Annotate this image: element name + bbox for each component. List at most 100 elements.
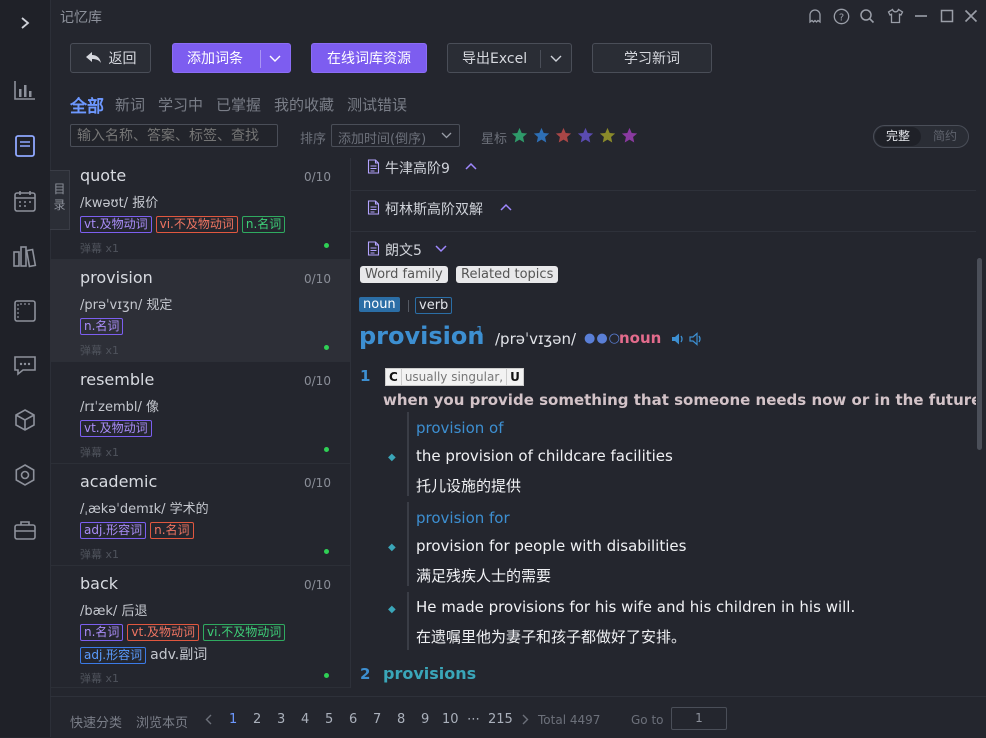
filter-tab-test-errors[interactable]: 测试错误 xyxy=(347,94,407,115)
star-filter xyxy=(511,127,646,145)
star-blue-icon[interactable] xyxy=(533,127,550,144)
word-progress-count: 0/10 xyxy=(304,170,331,184)
word-list-item[interactable]: academic 0/10 /ˌækəˈdemɪk/ 学术的 adj.形容词 n.… xyxy=(50,464,350,566)
calendar-icon[interactable] xyxy=(12,188,38,214)
export-excel-button[interactable]: 导出Excel xyxy=(447,43,572,73)
pagination-ellipsis[interactable]: ⋯ xyxy=(467,712,480,727)
page-link[interactable]: 1 xyxy=(229,712,237,727)
page-link[interactable]: 2 xyxy=(253,712,261,727)
word-family-button[interactable]: Word family xyxy=(360,266,448,283)
word-list-item[interactable]: back 0/10 /bæk/ 后退 n.名词 vt.及物动词 vi.不及物动词 ad… xyxy=(50,566,350,688)
word-meaning: 规定 xyxy=(146,298,173,313)
pos-tag: n.名词 xyxy=(241,216,286,233)
filter-tab-new[interactable]: 新词 xyxy=(115,94,145,115)
collocation: provision of xyxy=(416,419,504,437)
settings-gear-icon[interactable] xyxy=(12,462,38,488)
page-link[interactable]: 6 xyxy=(349,712,357,727)
skin-ghost-icon[interactable] xyxy=(806,7,824,25)
toolbox-icon[interactable] xyxy=(12,517,38,543)
online-resources-button[interactable]: 在线词库资源 xyxy=(311,43,427,73)
sort-value: 添加时间(倒序) xyxy=(338,132,427,147)
example-en: the provision of childcare facilities xyxy=(416,447,673,465)
dict-section-oxford[interactable]: 牛津高阶9 xyxy=(351,150,976,191)
word-list-item[interactable]: resemble 0/10 /rɪˈzembl/ 像 vt.及物动词 弹幕 x1 xyxy=(50,362,350,464)
bullet-diamond-icon: ◆ xyxy=(388,542,396,553)
minimize-icon[interactable] xyxy=(912,7,930,25)
star-violet-icon[interactable] xyxy=(621,127,638,144)
close-icon[interactable] xyxy=(962,7,980,25)
back-button[interactable]: 返回 xyxy=(70,43,151,73)
next-page-chevron-icon[interactable] xyxy=(521,714,529,725)
star-red-icon[interactable] xyxy=(555,127,572,144)
chevron-down-icon[interactable] xyxy=(550,55,562,63)
chevron-up-icon[interactable] xyxy=(500,203,512,211)
chevron-down-icon[interactable] xyxy=(435,245,447,253)
title-bar: 记忆库 ? xyxy=(50,0,986,34)
related-topics-button[interactable]: Related topics xyxy=(456,266,559,283)
star-green-icon[interactable] xyxy=(511,127,528,144)
dict-name[interactable]: 朗文5 xyxy=(385,240,422,260)
headword: provision xyxy=(359,322,485,350)
chevron-down-icon xyxy=(441,132,452,139)
grammar-u: U xyxy=(506,368,524,386)
filter-tab-all[interactable]: 全部 xyxy=(70,92,104,117)
cube-icon[interactable] xyxy=(12,407,38,433)
dict-section-collins[interactable]: 柯林斯高阶双解 xyxy=(351,191,976,232)
sense-number: 2 xyxy=(360,665,371,683)
pos-noun-tab[interactable]: noun xyxy=(359,297,400,312)
word-list-item[interactable]: provision 0/10 /prəˈvɪʒn/ 规定 n.名词 弹幕 x1 xyxy=(50,260,350,362)
filter-tab-favorites[interactable]: 我的收藏 xyxy=(274,94,334,115)
document-icon xyxy=(367,241,380,256)
card-frame-icon[interactable] xyxy=(12,298,38,324)
sense-number: 1 xyxy=(360,367,371,385)
dictionary-panel: 牛津高阶9 柯林斯高阶双解 朗文5 Word family Related to… xyxy=(351,150,976,695)
page-link[interactable]: 4 xyxy=(301,712,309,727)
view-full-option[interactable]: 完整 xyxy=(875,127,921,146)
grammar-label: C usually singular, U xyxy=(385,368,524,386)
page-link-last[interactable]: 215 xyxy=(488,712,513,727)
memory-library-icon[interactable] xyxy=(12,133,38,159)
page-link[interactable]: 3 xyxy=(277,712,285,727)
maximize-icon[interactable] xyxy=(938,7,956,25)
export-excel-label: 导出Excel xyxy=(462,51,528,67)
learn-new-words-button[interactable]: 学习新词 xyxy=(592,43,712,73)
view-brief-option[interactable]: 简约 xyxy=(922,127,968,146)
status-dot xyxy=(324,549,329,554)
chevron-up-icon[interactable] xyxy=(465,162,477,170)
browse-page-button[interactable]: 浏览本页 xyxy=(136,712,188,731)
word-progress-count: 0/10 xyxy=(304,476,331,490)
speaker-us-icon[interactable] xyxy=(689,332,703,346)
speaker-uk-icon[interactable] xyxy=(671,332,685,346)
goto-page-input[interactable]: 1 xyxy=(671,707,727,730)
toc-tab[interactable]: 目录 xyxy=(50,170,70,230)
filter-tab-mastered[interactable]: 已掌握 xyxy=(216,94,261,115)
search-input[interactable] xyxy=(70,124,278,147)
chat-icon[interactable] xyxy=(12,352,38,378)
word-list-item[interactable]: quote 0/10 /kwəʊt/ 报价 vt.及物动词 vi.不及物动词 n.名… xyxy=(50,158,350,260)
filter-tab-learning[interactable]: 学习中 xyxy=(158,94,203,115)
pos-verb-tab[interactable]: verb xyxy=(415,297,453,314)
add-entry-button[interactable]: 添加词条 xyxy=(172,43,291,73)
page-link[interactable]: 9 xyxy=(421,712,429,727)
chevron-down-icon[interactable] xyxy=(269,55,281,63)
sort-select[interactable]: 添加时间(倒序) xyxy=(331,124,460,147)
prev-page-chevron-icon[interactable] xyxy=(205,714,213,725)
page-link[interactable]: 10 xyxy=(442,712,459,727)
library-books-icon[interactable] xyxy=(12,243,38,269)
page-link[interactable]: 5 xyxy=(325,712,333,727)
star-purple-icon[interactable] xyxy=(577,127,594,144)
page-link[interactable]: 7 xyxy=(373,712,381,727)
search-icon[interactable] xyxy=(858,7,876,25)
help-icon[interactable]: ? xyxy=(832,7,850,25)
document-icon xyxy=(367,200,380,215)
stats-icon[interactable] xyxy=(12,77,38,103)
content-scrollbar[interactable] xyxy=(977,258,982,450)
theme-shirt-icon[interactable] xyxy=(886,7,904,25)
danmu-count: 弹幕 x1 xyxy=(80,446,120,459)
star-olive-icon[interactable] xyxy=(599,127,616,144)
page-link[interactable]: 8 xyxy=(397,712,405,727)
expand-chevron-icon[interactable] xyxy=(12,10,38,36)
quick-classify-button[interactable]: 快速分类 xyxy=(70,712,122,731)
word-phonetic: /ˌækəˈdemɪk/ xyxy=(80,502,166,517)
word-phonetic-line: /bæk/ 后退 xyxy=(80,600,147,619)
